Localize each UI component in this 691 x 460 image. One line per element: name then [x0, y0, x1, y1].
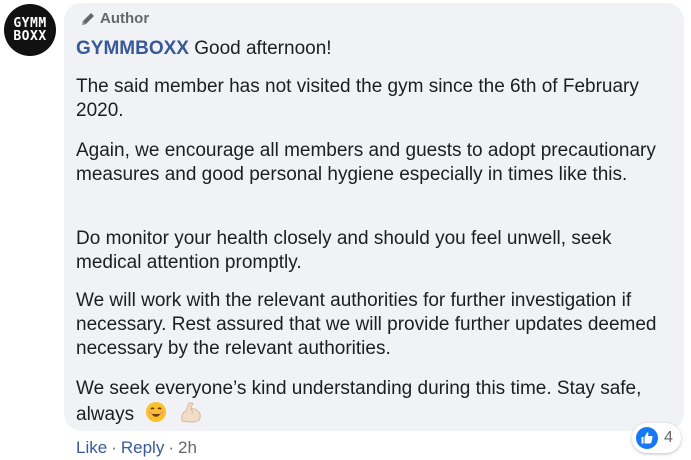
smiling-face-emoji: [145, 401, 167, 430]
like-link[interactable]: Like: [76, 438, 107, 457]
comment-paragraph-4: We will work with the relevant authoriti…: [76, 289, 676, 361]
author-name-link[interactable]: GYMMBOXX: [76, 38, 189, 59]
author-badge-label: Author: [100, 10, 150, 27]
flexed-biceps-emoji: [179, 401, 203, 430]
comment-paragraph-2: Again, we encourage all members and gues…: [76, 140, 656, 185]
action-separator: ·: [168, 438, 174, 457]
pencil-icon: [82, 12, 94, 25]
comment-paragraph-1: The said member has not visited the gym …: [76, 76, 639, 121]
comment-paragraph-5: We seek everyone’s kind understanding du…: [76, 377, 676, 430]
comment-bubble: [64, 3, 684, 431]
action-separator: ·: [111, 438, 117, 457]
reaction-summary[interactable]: 4: [632, 423, 681, 453]
comment-greeting: Good afternoon!: [194, 38, 332, 59]
comment-timestamp[interactable]: 2h: [178, 438, 197, 457]
avatar[interactable]: GYMM BOXX: [4, 4, 56, 56]
reaction-count: 4: [664, 429, 673, 446]
comment-header: GYMMBOXX Good afternoon!: [76, 38, 332, 60]
avatar-text-line-2: BOXX: [13, 29, 47, 44]
comment-paragraph-4-text: We will work with the relevant authoriti…: [76, 290, 657, 359]
author-badge: Author: [80, 10, 149, 27]
like-icon: [636, 427, 658, 449]
comment-paragraph-3: Do monitor your health closely and shoul…: [76, 228, 612, 273]
reply-link[interactable]: Reply: [121, 438, 164, 457]
comment-actions: Like · Reply · 2h: [76, 438, 197, 458]
